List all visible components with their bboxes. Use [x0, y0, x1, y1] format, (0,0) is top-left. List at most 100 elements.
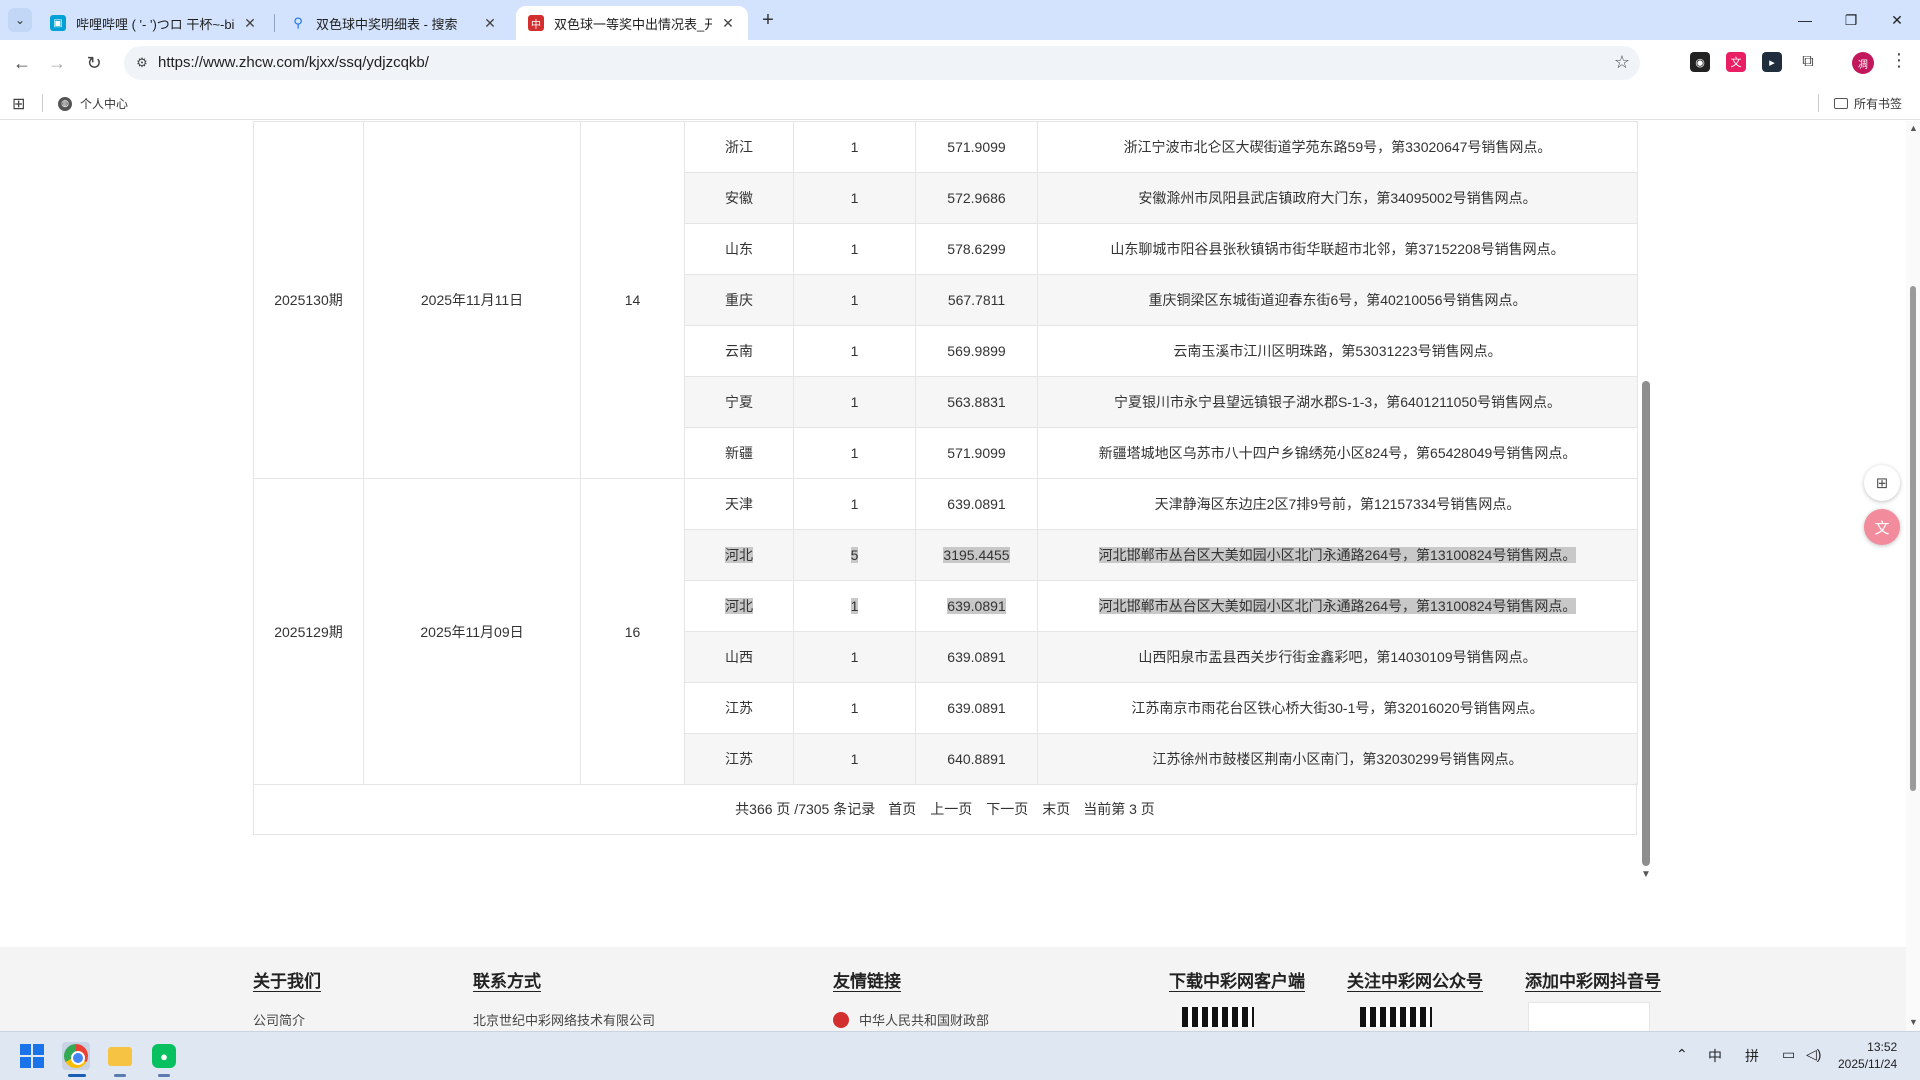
chevron-down-icon: ⌄	[14, 13, 26, 27]
url-text[interactable]: https://www.zhcw.com/kjxx/ssq/ydjzcqkb/	[158, 54, 429, 71]
translate-extension-icon[interactable]: 文	[1726, 52, 1746, 72]
tab-bilibili[interactable]: ▣ 哔哩哔哩 ( '- ')つロ 干杯~-bili ✕	[38, 6, 270, 40]
ime-mode[interactable]: 中	[1708, 1046, 1722, 1066]
region-cell: 河北	[684, 529, 794, 581]
amount-cell: 3195.4455	[915, 529, 1038, 581]
footer-douyin-heading[interactable]: 添加中彩网抖音号	[1525, 967, 1661, 992]
close-window-button[interactable]: ✕	[1874, 0, 1920, 40]
scroll-up-arrow-icon[interactable]: ▲	[1909, 123, 1918, 133]
tab-zhcw[interactable]: 中 双色球一等奖中出情况表_开奖 ✕	[516, 6, 748, 40]
region-cell: 重庆	[684, 274, 794, 326]
tab-search-button[interactable]: ⌄	[8, 8, 32, 32]
site-info-icon[interactable]: ⚙	[132, 53, 152, 73]
browser-toolbar: ← → ↻ ⚙ https://www.zhcw.com/kjxx/ssq/yd…	[0, 40, 1920, 86]
location-cell: 河北邯郸市丛台区大美如园小区北门永通路264号，第13100824号销售网点。	[1037, 529, 1638, 581]
back-button[interactable]: ←	[8, 49, 36, 77]
network-icon[interactable]: ▭	[1782, 1046, 1795, 1063]
region-cell: 江苏	[684, 733, 794, 785]
amount-cell: 578.6299	[915, 223, 1038, 275]
taskbar-chrome[interactable]	[62, 1042, 90, 1070]
float-scan-button[interactable]: ⊞	[1864, 465, 1900, 501]
table-scrollbar-thumb[interactable]	[1642, 381, 1650, 866]
page-scrollbar-thumb[interactable]	[1910, 286, 1916, 791]
date-cell: 2025年11月11日	[363, 121, 581, 479]
bookmark-star-icon[interactable]: ☆	[1614, 52, 1630, 73]
issue-cell: 2025130期	[253, 121, 364, 479]
num-cell: 5	[793, 529, 916, 581]
taskbar-file-explorer[interactable]	[106, 1042, 134, 1070]
extension-1-icon[interactable]: ◉	[1690, 52, 1710, 72]
address-bar[interactable]: ⚙ https://www.zhcw.com/kjxx/ssq/ydjzcqkb…	[124, 46, 1640, 80]
system-clock[interactable]: 13:52 2025/11/24	[1838, 1039, 1897, 1073]
close-icon[interactable]: ✕	[482, 15, 498, 31]
footer-links-heading[interactable]: 友情链接	[833, 967, 989, 992]
scroll-down-arrow-icon[interactable]: ▼	[1909, 1017, 1918, 1027]
footer-about-link[interactable]: 公司简介	[253, 1010, 321, 1029]
bookmark-personal-center[interactable]: ◍ 个人中心	[58, 95, 128, 112]
amount-cell: 639.0891	[915, 478, 1038, 530]
ime-pinyin[interactable]: 拼	[1745, 1046, 1759, 1066]
start-button[interactable]	[18, 1042, 46, 1070]
table-scrollbar[interactable]: ▼	[1641, 121, 1651, 881]
region-cell: 江苏	[684, 682, 794, 734]
page-scrollbar[interactable]: ▲ ▼	[1906, 121, 1920, 1031]
forward-button[interactable]: →	[43, 49, 71, 77]
region-cell: 新疆	[684, 427, 794, 479]
location-cell: 浙江宁波市北仑区大碶街道学苑东路59号，第33020647号销售网点。	[1037, 121, 1638, 173]
footer-download-heading[interactable]: 下载中彩网客户端	[1169, 967, 1305, 992]
next-page-link[interactable]: 下一页	[986, 799, 1028, 819]
zhcw-icon: 中	[528, 15, 544, 31]
location-cell: 天津静海区东边庄2区7排9号前，第12157334号销售网点。	[1037, 478, 1638, 530]
first-page-link[interactable]: 首页	[888, 799, 916, 819]
num-cell: 1	[793, 733, 916, 785]
region-cell: 天津	[684, 478, 794, 530]
count-cell: 16	[580, 478, 685, 785]
extensions-puzzle-icon[interactable]: ⧉	[1798, 52, 1818, 72]
close-icon[interactable]: ✕	[242, 15, 258, 31]
minimize-button[interactable]: —	[1782, 0, 1828, 40]
taskbar-wechat[interactable]: ●	[150, 1042, 178, 1070]
menu-dots-icon[interactable]: ⋮	[1890, 50, 1908, 71]
clock-date: 2025/11/24	[1838, 1057, 1898, 1071]
num-cell: 1	[793, 427, 916, 479]
num-cell: 1	[793, 580, 916, 632]
location-cell: 江苏徐州市鼓楼区荆南小区南门，第32030299号销售网点。	[1037, 733, 1638, 785]
extension-3-icon[interactable]: ▸	[1762, 52, 1782, 72]
location-cell: 宁夏银川市永宁县望远镇银子湖水郡S-1-3，第6401211050号销售网点。	[1037, 376, 1638, 428]
prev-page-link[interactable]: 上一页	[930, 799, 972, 819]
restore-button[interactable]: ❐	[1828, 0, 1874, 40]
last-page-link[interactable]: 末页	[1042, 799, 1070, 819]
tray-overflow-icon[interactable]: ⌃	[1676, 1046, 1688, 1063]
close-icon[interactable]: ✕	[720, 15, 736, 31]
arrow-left-icon: ←	[13, 52, 31, 73]
float-translate-button[interactable]: 文	[1864, 509, 1900, 545]
reload-button[interactable]: ↻	[80, 49, 108, 77]
folder-icon	[108, 1046, 132, 1066]
all-bookmarks-button[interactable]: 所有书签	[1834, 95, 1902, 112]
new-tab-button[interactable]: +	[756, 8, 780, 32]
region-cell: 河北	[684, 580, 794, 632]
num-cell: 1	[793, 172, 916, 224]
bookmark-divider	[1818, 94, 1819, 112]
amount-cell: 569.9899	[915, 325, 1038, 377]
volume-icon[interactable]: ◁)	[1806, 1046, 1821, 1063]
tab-search[interactable]: ⚲ 双色球中奖明细表 - 搜索 ✕	[278, 6, 510, 40]
footer-link-mof[interactable]: 中华人民共和国财政部	[833, 1010, 989, 1029]
num-cell: 1	[793, 274, 916, 326]
apps-grid-icon[interactable]: ⊞	[12, 94, 25, 114]
location-cell: 云南玉溪市江川区明珠路，第53031223号销售网点。	[1037, 325, 1638, 377]
scroll-down-arrow-icon[interactable]: ▼	[1641, 869, 1651, 880]
footer-about: 关于我们 公司简介	[253, 967, 321, 1029]
footer-contact-heading[interactable]: 联系方式	[473, 967, 655, 992]
footer-contact: 联系方式 北京世纪中彩网络技术有限公司	[473, 967, 655, 1029]
bilibili-icon: ▣	[50, 15, 66, 31]
national-emblem-icon	[833, 1011, 849, 1028]
running-indicator	[114, 1074, 126, 1077]
location-cell: 山西阳泉市盂县西关步行街金鑫彩吧，第14030109号销售网点。	[1037, 631, 1638, 683]
table-row: 2025129期 2025年11月09日 16 天津 1 639.0891 天津…	[253, 478, 1638, 785]
profile-avatar[interactable]: 凋	[1852, 52, 1874, 74]
footer-wechat-heading[interactable]: 关注中彩网公众号	[1347, 967, 1483, 992]
wechat-icon: ●	[152, 1044, 176, 1068]
amount-cell: 639.0891	[915, 682, 1038, 734]
footer-about-heading[interactable]: 关于我们	[253, 967, 321, 992]
